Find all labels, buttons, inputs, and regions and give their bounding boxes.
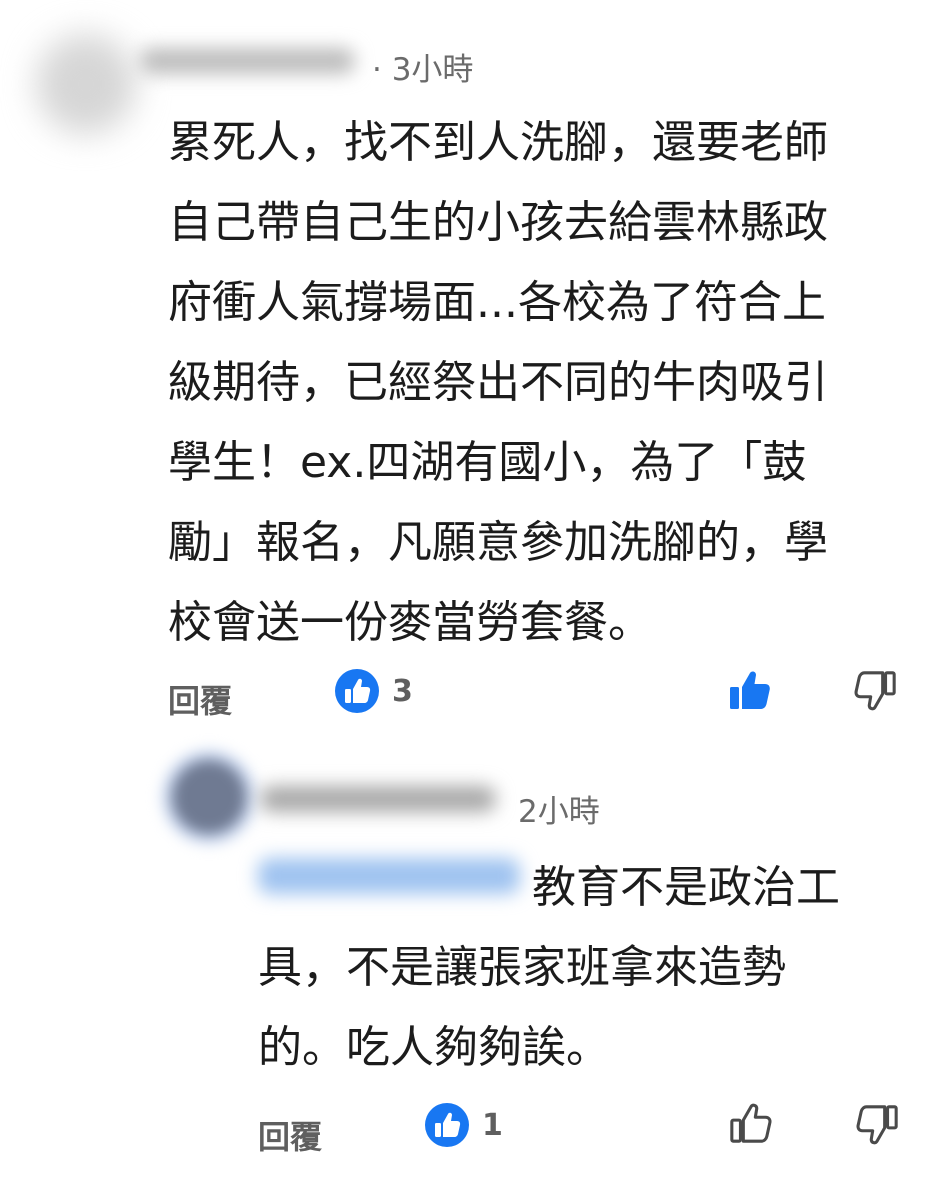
commenter-name-redacted[interactable] bbox=[140, 48, 355, 74]
mention-tag-redacted[interactable] bbox=[258, 858, 520, 894]
dislike-button[interactable] bbox=[854, 1102, 900, 1148]
comment-text-line: 教育不是政治工 bbox=[532, 862, 840, 913]
like-count-badge[interactable]: 1 bbox=[424, 1102, 503, 1148]
comment-text-line: 級期待，已經祭出不同的牛肉吸引 bbox=[168, 357, 828, 408]
commenter-name-redacted[interactable] bbox=[260, 786, 496, 812]
comment-text-line: 學生！ex.四湖有國小，為了「鼓 bbox=[168, 437, 807, 488]
like-button[interactable] bbox=[726, 666, 774, 714]
like-count: 1 bbox=[482, 1107, 503, 1143]
reply-button[interactable]: 回覆 bbox=[168, 676, 232, 722]
comment-timestamp: · 3小時 bbox=[372, 52, 474, 88]
thumbs-up-icon bbox=[730, 1103, 772, 1143]
comment-text-line: 具，不是讓張家班拿來造勢 bbox=[258, 942, 786, 993]
comment-timestamp: 2小時 bbox=[518, 794, 600, 830]
comment-text: 累死人，找不到人洗腳，還要老師 自己帶自己生的小孩去給雲林縣政 府衝人氣撐場面.… bbox=[168, 103, 828, 663]
reply-button[interactable]: 回覆 bbox=[258, 1112, 322, 1158]
like-reaction-icon bbox=[425, 1103, 469, 1147]
comment-text-line: 府衝人氣撐場面...各校為了符合上 bbox=[168, 277, 826, 328]
like-count-badge[interactable]: 3 bbox=[334, 668, 413, 714]
avatar[interactable] bbox=[172, 760, 246, 834]
comment-text-line: 累死人，找不到人洗腳，還要老師 bbox=[168, 117, 828, 168]
comment-text-line: 的。吃人夠夠誒。 bbox=[258, 1022, 610, 1073]
thumbs-down-icon bbox=[856, 1105, 898, 1145]
comment-text-line: 校會送一份麥當勞套餐。 bbox=[168, 597, 652, 648]
like-reaction-icon bbox=[335, 669, 379, 713]
comment-text-line: 勵」報名，凡願意參加洗腳的，學 bbox=[168, 517, 828, 568]
like-button[interactable] bbox=[728, 1100, 774, 1146]
thumbs-up-icon bbox=[730, 671, 770, 709]
comment-text-line: 自己帶自己生的小孩去給雲林縣政 bbox=[168, 197, 828, 248]
comment-text: 具，不是讓張家班拿來造勢 的。吃人夠夠誒。 bbox=[258, 928, 786, 1088]
dislike-button[interactable] bbox=[852, 668, 898, 714]
thumbs-down-icon bbox=[854, 671, 896, 711]
avatar[interactable] bbox=[36, 34, 136, 134]
like-count: 3 bbox=[392, 673, 413, 709]
